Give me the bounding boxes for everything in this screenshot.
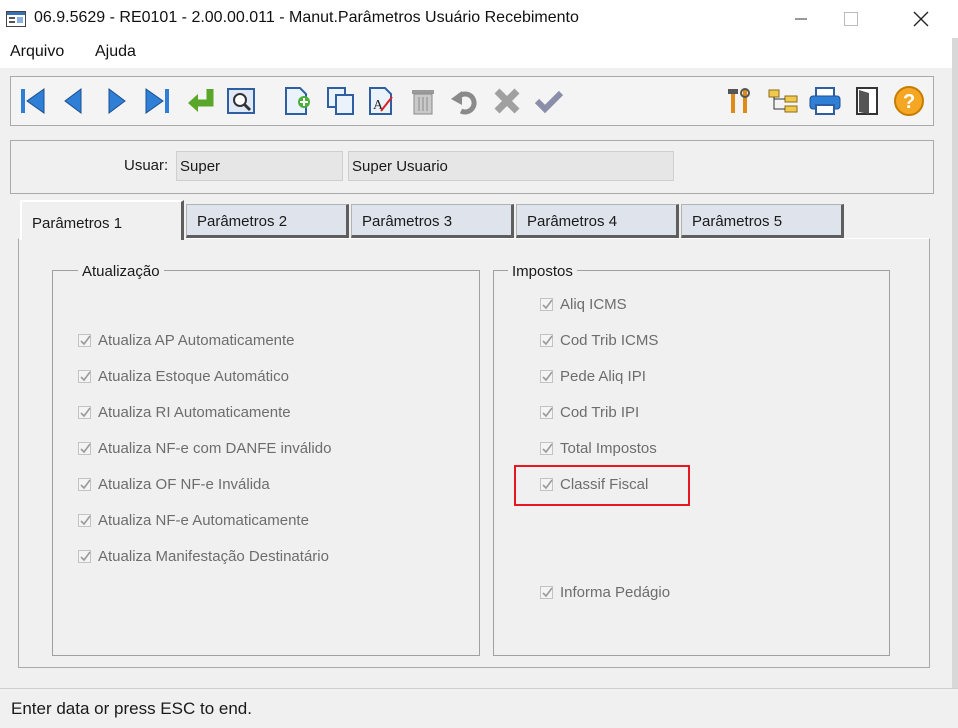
undo-button[interactable]	[448, 83, 482, 119]
copy-record-icon	[327, 87, 354, 115]
confirm-icon	[534, 90, 564, 114]
maximize-icon	[844, 12, 858, 26]
copy-record-button[interactable]	[324, 83, 358, 119]
delete-record-icon	[412, 90, 434, 115]
next-record-button[interactable]	[100, 83, 134, 119]
svg-text:?: ?	[903, 91, 915, 113]
last-record-button[interactable]	[140, 83, 174, 119]
tab-panel	[18, 238, 930, 668]
new-record-icon	[285, 87, 310, 115]
close-button[interactable]	[898, 0, 944, 38]
last-record-icon	[145, 88, 169, 114]
tree-icon	[768, 89, 798, 113]
app-window-icon	[6, 11, 26, 27]
tab-parametros-5[interactable]: Parâmetros 5	[681, 204, 844, 238]
undo-icon	[451, 91, 477, 115]
window-frame	[952, 38, 958, 727]
menu-ajuda[interactable]: Ajuda	[95, 43, 136, 61]
menu-arquivo[interactable]: Arquivo	[10, 43, 64, 61]
goto-icon	[188, 89, 214, 112]
new-record-button[interactable]	[280, 83, 314, 119]
tab-parametros-4[interactable]: Parâmetros 4	[516, 204, 679, 238]
first-record-icon	[21, 88, 45, 114]
cancel-button[interactable]	[490, 83, 524, 119]
print-icon	[809, 87, 841, 115]
tools-button[interactable]	[722, 83, 756, 119]
previous-record-button[interactable]	[56, 83, 90, 119]
user-name-field[interactable]: Super Usuario	[348, 151, 674, 181]
tab-parametros-2[interactable]: Parâmetros 2	[186, 204, 349, 238]
menu-bar	[0, 38, 958, 68]
previous-record-icon	[64, 88, 82, 114]
window-title: 06.9.5629 - RE0101 - 2.00.00.011 - Manut…	[34, 9, 579, 26]
user-label: Usuar:	[124, 157, 169, 174]
maximize-button[interactable]	[828, 0, 874, 38]
print-button[interactable]	[808, 83, 842, 119]
tab-parametros-3[interactable]: Parâmetros 3	[351, 204, 514, 238]
user-code-field[interactable]: Super	[176, 151, 343, 181]
cancel-icon	[494, 88, 520, 114]
next-record-icon	[108, 88, 126, 114]
help-icon: ?	[894, 86, 924, 116]
exit-icon	[856, 87, 878, 115]
tools-icon	[728, 88, 750, 113]
confirm-button[interactable]	[532, 83, 566, 119]
search-button[interactable]	[224, 83, 258, 119]
delete-record-button[interactable]	[406, 83, 440, 119]
tab-parametros-1[interactable]: Parâmetros 1	[20, 200, 184, 240]
status-text: Enter data or press ESC to end.	[11, 699, 252, 718]
edit-record-button[interactable]: A	[364, 83, 398, 119]
help-button[interactable]: ?	[892, 83, 926, 119]
tree-button[interactable]	[766, 83, 800, 119]
minimize-icon	[795, 18, 807, 20]
minimize-button[interactable]	[778, 0, 824, 38]
exit-button[interactable]	[850, 83, 884, 119]
first-record-button[interactable]	[16, 83, 50, 119]
search-icon	[227, 88, 255, 114]
edit-record-icon: A	[369, 87, 393, 115]
goto-button[interactable]	[184, 83, 218, 119]
close-icon	[913, 11, 929, 27]
